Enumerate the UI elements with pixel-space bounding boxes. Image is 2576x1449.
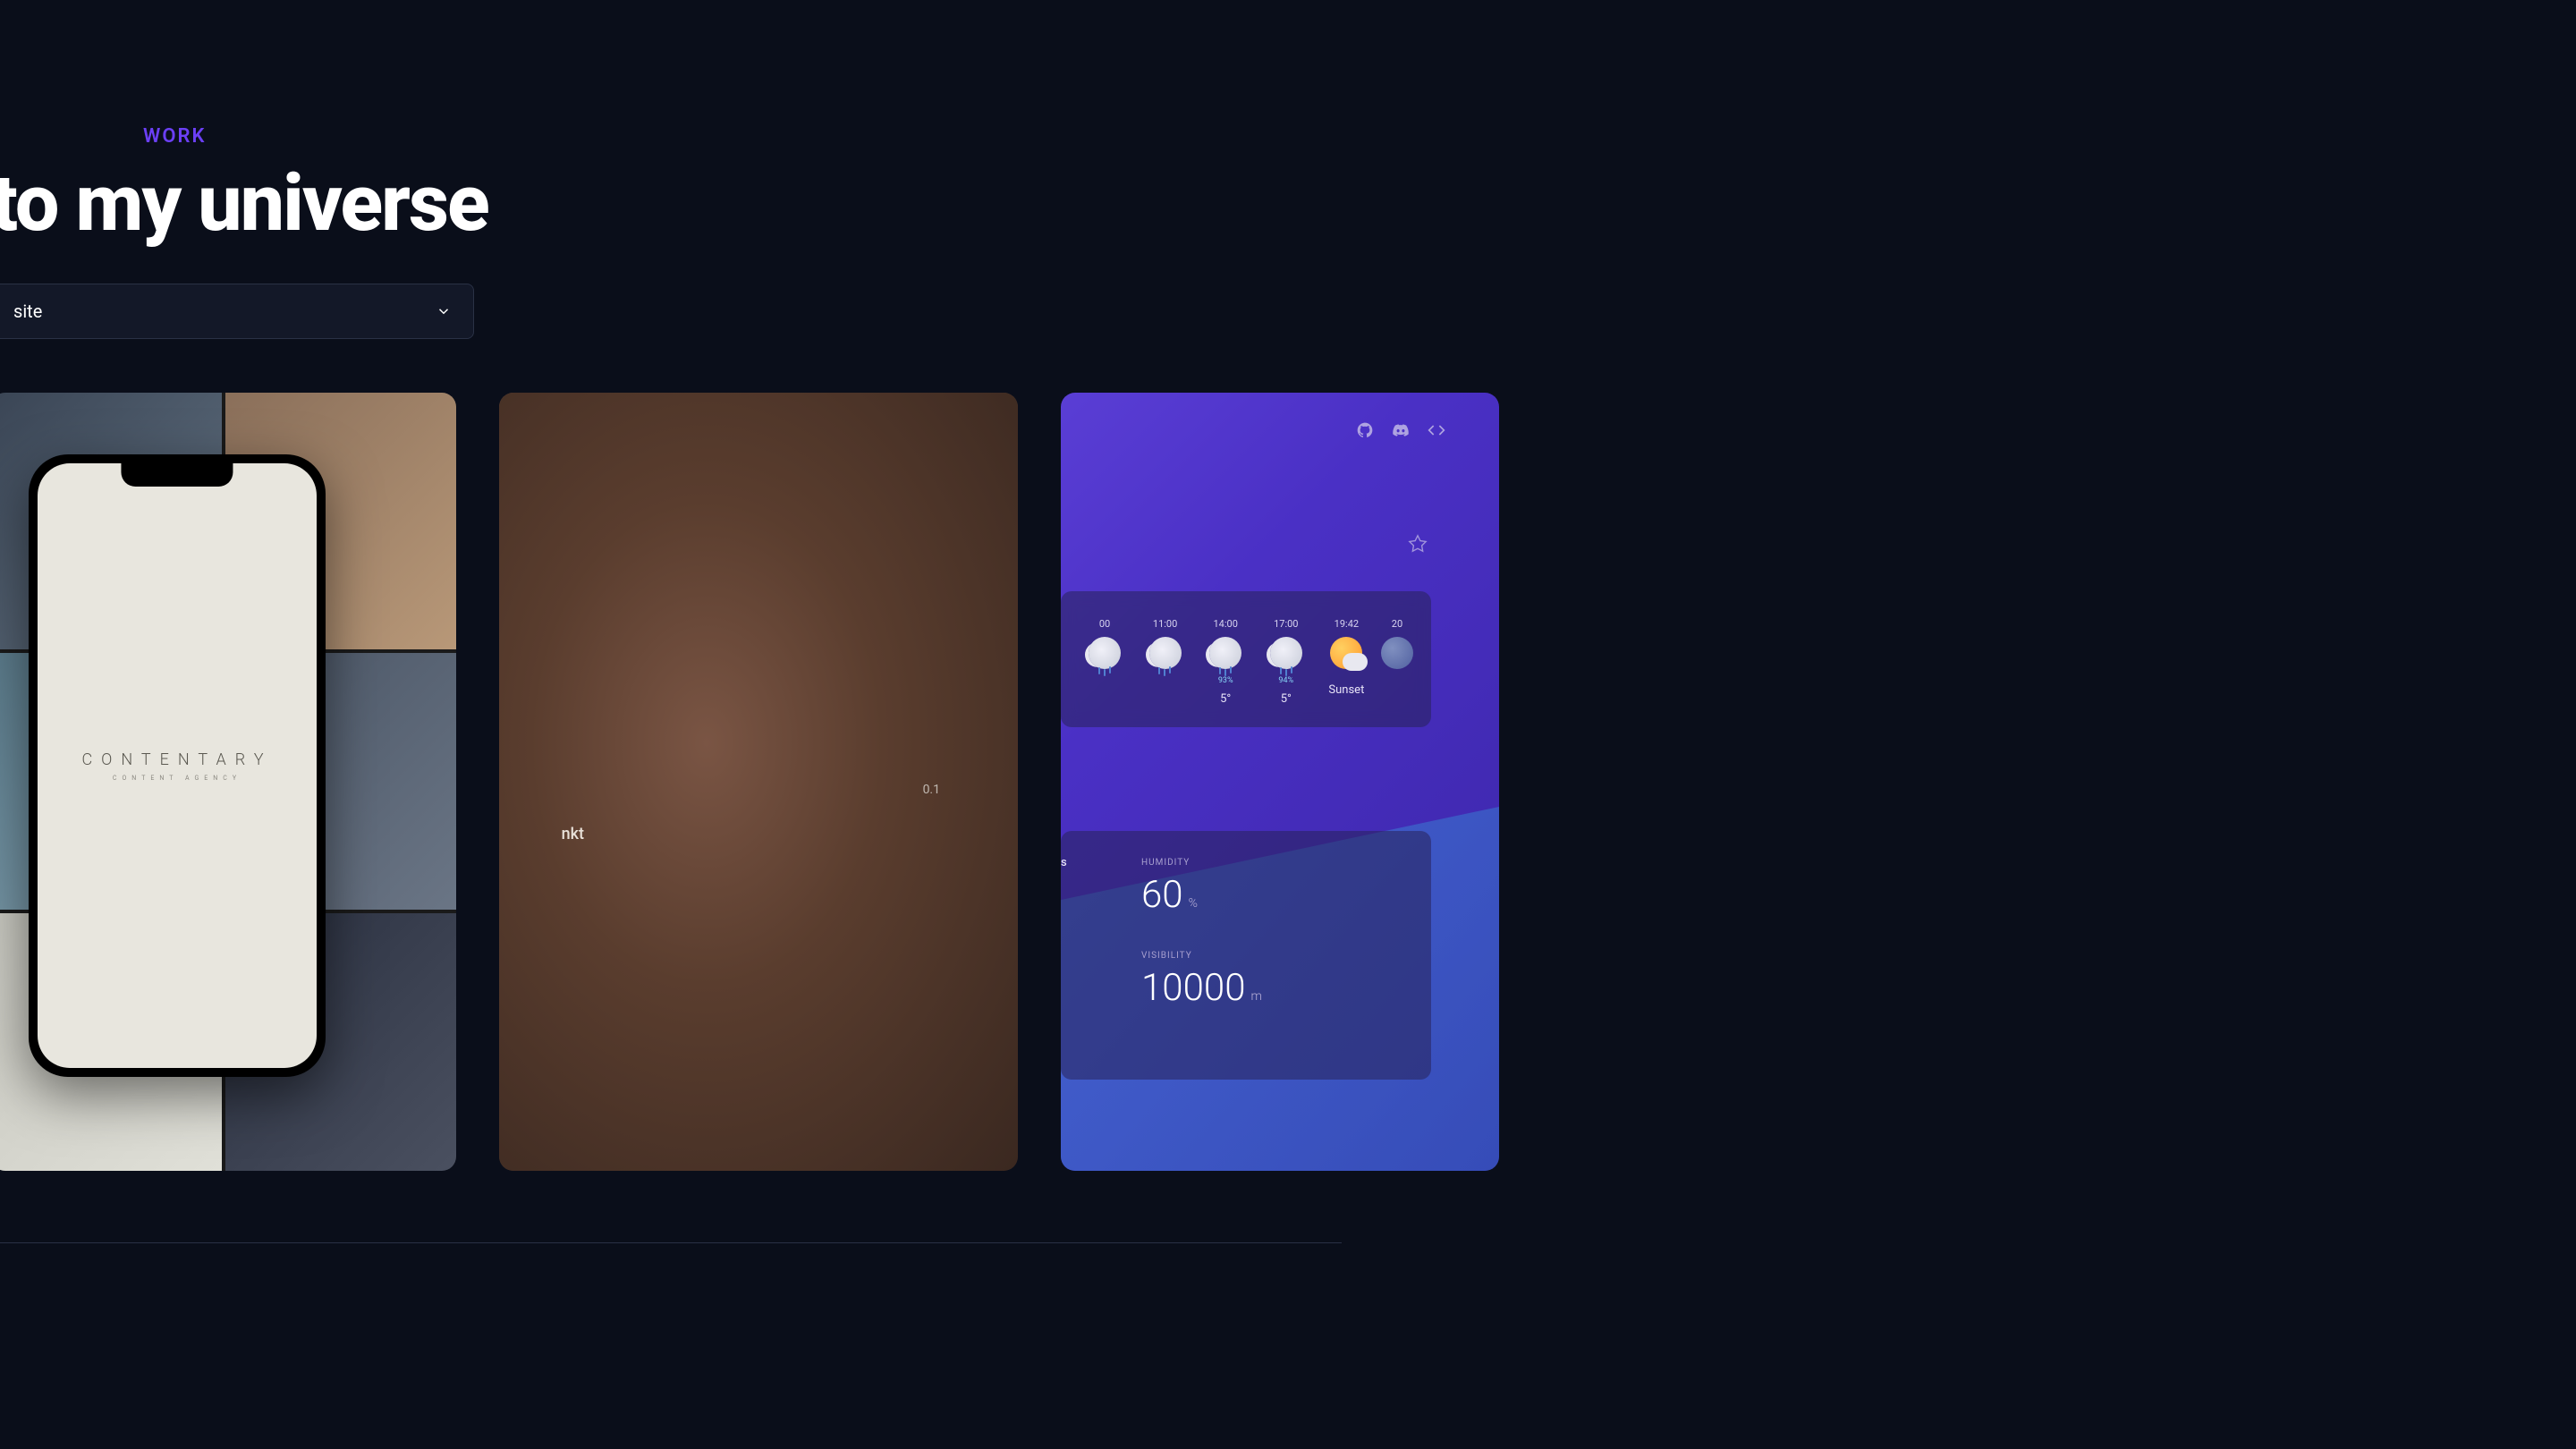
filter-selected-text: site [13,301,42,322]
weather-hour-item: 14:00 93% 5° [1199,618,1251,706]
weather-temp: 5° [1281,692,1292,706]
weather-pct: 93% [1218,676,1233,685]
weather-details-card: s HUMIDITY 60 % VISIBILITY 10000 m [1061,831,1431,1080]
star-icon-wrap [1408,534,1428,557]
cloud-rain-icon [1270,637,1302,669]
device-value-label: 0.1 [923,783,940,797]
phone-brand-title: CONTENTARY [81,750,272,769]
weather-time: 11:00 [1153,618,1177,630]
moon-icon [1381,637,1413,669]
projects-row: CONTENTARY CONTENT AGENCY 0.1 nkt [0,393,1342,1243]
github-icon [1356,421,1374,439]
filter-dropdown[interactable]: site [0,284,474,339]
section-label: WORK [143,125,2576,148]
cloud-rain-icon [1149,637,1182,669]
weather-hour-item: 19:42 Sunset [1320,618,1372,706]
project-card-contentary[interactable]: CONTENTARY CONTENT AGENCY [0,393,456,1171]
weather-time: 17:00 [1274,618,1298,630]
weather-time: 00 [1099,618,1110,630]
weather-temp: Sunset [1328,683,1364,697]
phone-mockup: CONTENTARY CONTENT AGENCY [29,454,326,1077]
cloud-rain-icon [1209,637,1241,669]
detail-value: 60 [1141,873,1183,917]
code-icon [1428,421,1445,439]
detail-unit: % [1189,896,1198,911]
detail-label: HUMIDITY [1141,858,1413,868]
detail-label: VISIBILITY [1141,951,1413,961]
weather-hour-item: 20 [1381,618,1413,706]
detail-visibility: VISIBILITY 10000 m [1141,951,1413,1010]
top-icons-row [1356,421,1445,439]
weather-time: 14:00 [1213,618,1237,630]
phone-brand-subtitle: CONTENT AGENCY [81,775,272,782]
weather-hours-row: 00 11:00 14:00 93% [1079,618,1413,706]
chevron-down-icon [436,303,452,319]
device-brand-label: nkt [562,825,584,843]
weather-hour-item: 17:00 94% 5° [1260,618,1312,706]
detail-value: 10000 [1141,966,1245,1010]
cloud-rain-icon [1089,637,1121,669]
weather-pct: 94% [1278,676,1293,685]
weather-hour-item: 00 [1079,618,1131,706]
weather-hour-item: 11:00 [1140,618,1191,706]
detail-humidity: HUMIDITY 60 % [1141,858,1413,917]
star-icon [1408,534,1428,554]
details-header: s [1061,856,1067,869]
weather-time: 19:42 [1335,618,1359,630]
hand-image [499,393,1018,1171]
discord-icon [1392,421,1410,439]
project-card-weather[interactable]: 00 11:00 14:00 93% [1061,393,1499,1171]
weather-forecast-card: 00 11:00 14:00 93% [1061,591,1431,727]
weather-time: 20 [1392,618,1402,630]
detail-unit: m [1250,989,1261,1004]
page-heading: to my universe [0,161,2576,248]
sunset-icon [1330,637,1362,669]
project-card-device[interactable]: 0.1 nkt [499,393,1018,1171]
weather-temp: 5° [1220,692,1231,706]
